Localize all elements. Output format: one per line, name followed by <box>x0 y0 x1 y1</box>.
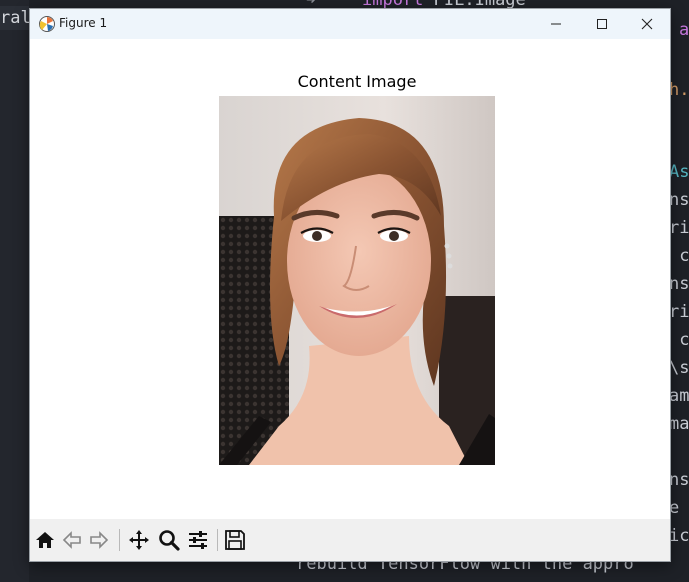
code-fragment: ri <box>669 218 689 238</box>
forward-button[interactable] <box>86 527 112 553</box>
back-button[interactable] <box>59 527 85 553</box>
save-button[interactable] <box>222 527 248 553</box>
code-fragment: ic <box>669 526 689 546</box>
code-fragment: a <box>679 20 689 40</box>
portrait-photo <box>219 96 495 465</box>
figure-canvas[interactable]: Content Image <box>30 39 670 519</box>
maximize-button[interactable] <box>579 9 625 39</box>
code-fragment: c <box>669 330 689 350</box>
navigation-toolbar <box>30 519 670 561</box>
editor-tab[interactable]: ral_ <box>0 6 29 30</box>
matplotlib-icon <box>39 16 55 32</box>
code-fragment: am <box>669 386 689 406</box>
maximize-icon <box>597 19 607 29</box>
code-fragment: ri <box>669 302 689 322</box>
zoom-icon <box>159 530 180 551</box>
figure-window: Figure 1 Content Image <box>29 8 671 562</box>
plot-title: Content Image <box>297 72 417 91</box>
back-icon <box>62 531 81 549</box>
pan-icon <box>129 530 149 550</box>
pan-button[interactable] <box>126 527 152 553</box>
code-fragment: ns <box>669 190 689 210</box>
toolbar-separator <box>217 529 218 551</box>
close-icon <box>641 18 653 30</box>
title-bar[interactable]: Figure 1 <box>30 9 670 39</box>
close-button[interactable] <box>624 9 670 39</box>
code-fragment: ma <box>669 414 689 434</box>
minimize-button[interactable] <box>533 9 579 39</box>
forward-icon <box>90 531 109 549</box>
code-fragment: \s <box>669 358 689 378</box>
configure-subplots-icon <box>189 531 207 549</box>
save-icon <box>225 530 245 550</box>
zoom-button[interactable] <box>156 527 182 553</box>
code-fragment: ns <box>669 470 689 490</box>
configure-subplots-button[interactable] <box>185 527 211 553</box>
window-title: Figure 1 <box>59 16 108 30</box>
code-fragment: As <box>669 162 689 182</box>
toolbar-separator <box>119 529 120 551</box>
content-image <box>219 96 495 465</box>
editor-gutter <box>0 0 29 582</box>
home-icon <box>36 532 54 548</box>
home-button[interactable] <box>32 527 58 553</box>
minimize-icon <box>551 23 561 25</box>
code-fragment: ns <box>669 274 689 294</box>
code-fragment: c <box>669 246 689 266</box>
